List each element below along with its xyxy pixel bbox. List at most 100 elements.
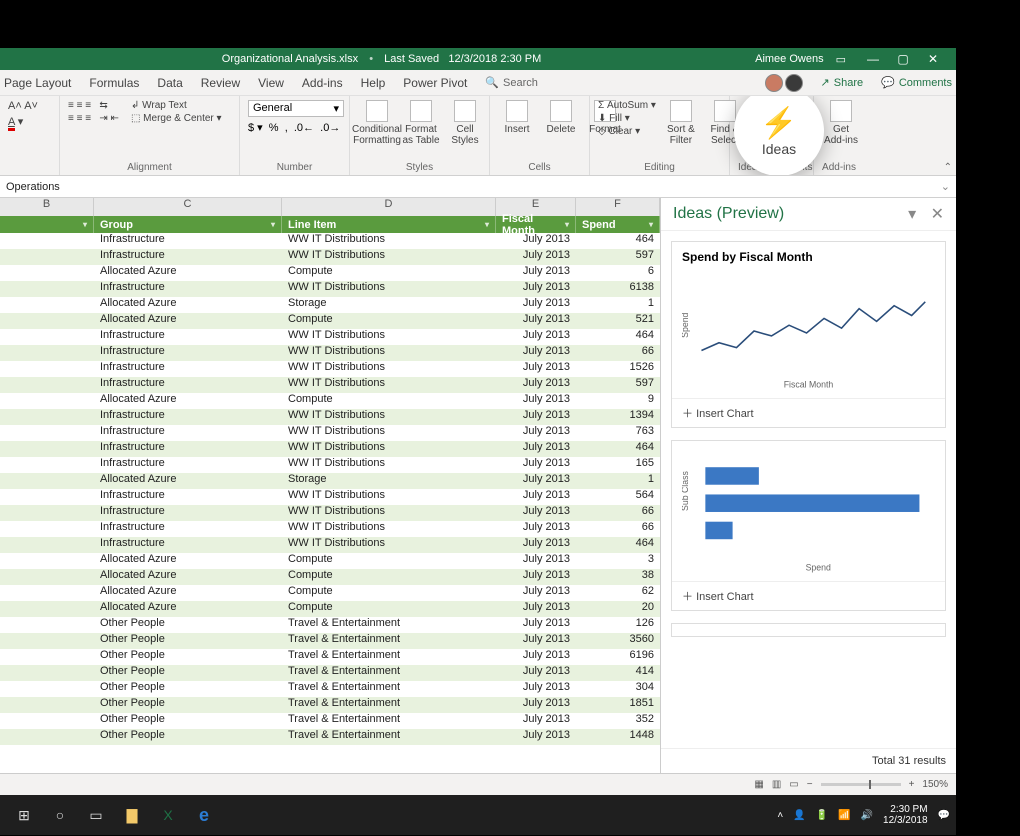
table-row[interactable]: InfrastructureWW IT DistributionsJuly 20… — [0, 505, 660, 521]
cell-fiscal-month[interactable]: July 2013 — [496, 489, 576, 505]
th-blank[interactable]: ▾ — [0, 216, 94, 233]
tab-review[interactable]: Review — [201, 76, 240, 90]
table-row[interactable]: InfrastructureWW IT DistributionsJuly 20… — [0, 361, 660, 377]
table-row[interactable]: Other PeopleTravel & EntertainmentJuly 2… — [0, 649, 660, 665]
cell-fiscal-month[interactable]: July 2013 — [496, 553, 576, 569]
cell-fiscal-month[interactable]: July 2013 — [496, 473, 576, 489]
filter-icon[interactable]: ▾ — [485, 220, 489, 229]
cell-line-item[interactable]: Travel & Entertainment — [282, 617, 496, 633]
tab-help[interactable]: Help — [361, 76, 386, 90]
number-buttons[interactable]: $ ▾ % , .0← .0→ — [248, 121, 340, 134]
cell-fiscal-month[interactable]: July 2013 — [496, 537, 576, 553]
cell-spend[interactable]: 66 — [576, 521, 660, 537]
cell-spend[interactable]: 9 — [576, 393, 660, 409]
cell-line-item[interactable]: WW IT Distributions — [282, 329, 496, 345]
filter-icon[interactable]: ▾ — [565, 220, 569, 229]
cell-line-item[interactable]: WW IT Distributions — [282, 505, 496, 521]
cell-group[interactable]: Allocated Azure — [94, 393, 282, 409]
zoom-out-button[interactable]: − — [807, 779, 813, 790]
cell-group[interactable]: Other People — [94, 649, 282, 665]
tab-view[interactable]: View — [258, 76, 284, 90]
th-fiscal-month[interactable]: Fiscal Month▾ — [496, 216, 576, 233]
cell-fiscal-month[interactable]: July 2013 — [496, 617, 576, 633]
table-row[interactable]: Other PeopleTravel & EntertainmentJuly 2… — [0, 697, 660, 713]
tab-page-layout[interactable]: Page Layout — [4, 76, 71, 90]
cell-group[interactable]: Allocated Azure — [94, 297, 282, 313]
cell-styles-button[interactable]: Cell Styles — [446, 100, 484, 146]
notifications-icon[interactable]: 💬 — [938, 810, 950, 821]
cell-group[interactable]: Infrastructure — [94, 521, 282, 537]
cell-spend[interactable]: 304 — [576, 681, 660, 697]
cell-line-item[interactable]: WW IT Distributions — [282, 281, 496, 297]
cell-line-item[interactable]: Travel & Entertainment — [282, 665, 496, 681]
cell-line-item[interactable]: Compute — [282, 553, 496, 569]
cell-fiscal-month[interactable]: July 2013 — [496, 361, 576, 377]
font-size-indicator[interactable]: A˄ A˅ — [8, 100, 38, 112]
cell-spend[interactable]: 38 — [576, 569, 660, 585]
filter-icon[interactable]: ▾ — [271, 220, 275, 229]
view-break-icon[interactable]: ▭ — [789, 779, 798, 790]
align-buttons-2[interactable]: ≡ ≡ ≡ ⇥ ⇤ — [68, 113, 119, 124]
cell-group[interactable]: Allocated Azure — [94, 585, 282, 601]
share-button[interactable]: ↗ Share — [821, 76, 864, 89]
cell-group[interactable]: Infrastructure — [94, 409, 282, 425]
cell-spend[interactable]: 597 — [576, 377, 660, 393]
cell-line-item[interactable]: WW IT Distributions — [282, 537, 496, 553]
pane-options-icon[interactable]: ▾ — [908, 206, 916, 223]
col-header-c[interactable]: C — [94, 198, 282, 216]
font-color-button[interactable]: A ▾ — [8, 115, 23, 128]
cell-spend[interactable]: 521 — [576, 313, 660, 329]
table-row[interactable]: Allocated AzureComputeJuly 20136 — [0, 265, 660, 281]
cell-group[interactable]: Infrastructure — [94, 329, 282, 345]
cell-spend[interactable]: 1526 — [576, 361, 660, 377]
cell-fiscal-month[interactable]: July 2013 — [496, 249, 576, 265]
excel-icon[interactable]: X — [150, 799, 186, 831]
insert-button[interactable]: Insert — [498, 100, 536, 135]
cell-fiscal-month[interactable]: July 2013 — [496, 297, 576, 313]
user-pane-icon[interactable]: ▭ — [836, 53, 846, 66]
table-row[interactable]: InfrastructureWW IT DistributionsJuly 20… — [0, 281, 660, 297]
cell-spend[interactable]: 1851 — [576, 697, 660, 713]
table-row[interactable]: Other PeopleTravel & EntertainmentJuly 2… — [0, 665, 660, 681]
cell-group[interactable]: Infrastructure — [94, 537, 282, 553]
cell-spend[interactable]: 20 — [576, 601, 660, 617]
cell-group[interactable]: Allocated Azure — [94, 601, 282, 617]
th-line-item[interactable]: Line Item▾ — [282, 216, 496, 233]
cell-spend[interactable]: 1448 — [576, 729, 660, 745]
cell-group[interactable]: Infrastructure — [94, 489, 282, 505]
volume-icon[interactable]: 🔊 — [861, 810, 873, 821]
cell-fiscal-month[interactable]: July 2013 — [496, 569, 576, 585]
cell-fiscal-month[interactable]: July 2013 — [496, 393, 576, 409]
formula-bar[interactable]: Operations ⌄ — [0, 176, 956, 198]
table-row[interactable]: Other PeopleTravel & EntertainmentJuly 2… — [0, 633, 660, 649]
cell-fiscal-month[interactable]: July 2013 — [496, 233, 576, 249]
get-addins-button[interactable]: Get Add-ins — [822, 100, 860, 146]
file-explorer-icon[interactable]: ▇ — [114, 799, 150, 831]
cell-spend[interactable]: 62 — [576, 585, 660, 601]
cell-line-item[interactable]: Compute — [282, 601, 496, 617]
th-spend[interactable]: Spend▾ — [576, 216, 660, 233]
table-row[interactable]: InfrastructureWW IT DistributionsJuly 20… — [0, 345, 660, 361]
number-format-dropdown[interactable]: General▾ — [248, 100, 344, 117]
table-row[interactable]: Allocated AzureComputeJuly 201320 — [0, 601, 660, 617]
cell-spend[interactable]: 6 — [576, 265, 660, 281]
collapse-ribbon-button[interactable]: ⌃ — [944, 162, 952, 173]
cell-line-item[interactable]: WW IT Distributions — [282, 377, 496, 393]
cell-line-item[interactable]: WW IT Distributions — [282, 521, 496, 537]
maximize-button[interactable]: ▢ — [888, 52, 918, 66]
task-view-icon[interactable]: ▭ — [78, 799, 114, 831]
spreadsheet-area[interactable]: B C D E F ▾ Group▾ Line Item▾ Fiscal Mon… — [0, 198, 660, 773]
clear-button[interactable]: ◇ Clear ▾ — [598, 126, 656, 137]
cell-line-item[interactable]: Storage — [282, 297, 496, 313]
cell-spend[interactable]: 564 — [576, 489, 660, 505]
cell-group[interactable]: Infrastructure — [94, 249, 282, 265]
cell-fiscal-month[interactable]: July 2013 — [496, 409, 576, 425]
col-header-b[interactable]: B — [0, 198, 94, 216]
cell-group[interactable]: Allocated Azure — [94, 553, 282, 569]
cell-line-item[interactable]: Storage — [282, 473, 496, 489]
avatar[interactable] — [765, 74, 783, 92]
insert-chart-button[interactable]: ＋ Insert Chart — [672, 581, 945, 610]
zoom-slider[interactable] — [821, 783, 901, 786]
cell-spend[interactable]: 3560 — [576, 633, 660, 649]
table-row[interactable]: InfrastructureWW IT DistributionsJuly 20… — [0, 377, 660, 393]
